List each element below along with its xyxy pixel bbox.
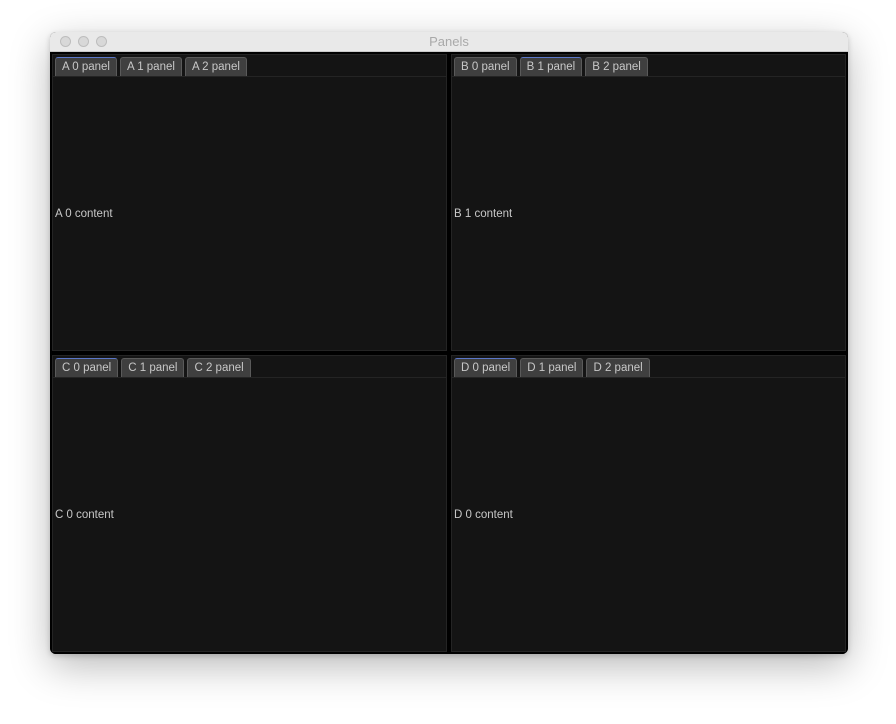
- close-window-button[interactable]: [60, 36, 71, 47]
- minimize-window-button[interactable]: [78, 36, 89, 47]
- panel-D: D 0 panel D 1 panel D 2 panel D 0 conten…: [451, 355, 846, 652]
- panel-B-content: B 1 content: [452, 76, 845, 350]
- panel-C-content: C 0 content: [53, 377, 446, 651]
- tab-A-2[interactable]: A 2 panel: [185, 57, 247, 76]
- tab-D-1[interactable]: D 1 panel: [520, 358, 583, 377]
- tab-A-0[interactable]: A 0 panel: [55, 57, 117, 76]
- tab-B-2[interactable]: B 2 panel: [585, 57, 648, 76]
- tab-C-0[interactable]: C 0 panel: [55, 358, 118, 377]
- tab-A-1[interactable]: A 1 panel: [120, 57, 182, 76]
- panel-D-tabbar: D 0 panel D 1 panel D 2 panel: [452, 356, 845, 377]
- app-window: Panels A 0 panel A 1 panel A 2 panel A 0…: [50, 32, 848, 654]
- panel-C: C 0 panel C 1 panel C 2 panel C 0 conten…: [52, 355, 447, 652]
- tab-B-0[interactable]: B 0 panel: [454, 57, 517, 76]
- tab-D-0[interactable]: D 0 panel: [454, 358, 517, 377]
- panel-D-content: D 0 content: [452, 377, 845, 651]
- tab-C-2[interactable]: C 2 panel: [187, 358, 250, 377]
- panel-A-content: A 0 content: [53, 76, 446, 350]
- panel-C-tabbar: C 0 panel C 1 panel C 2 panel: [53, 356, 446, 377]
- panel-A-tabbar: A 0 panel A 1 panel A 2 panel: [53, 55, 446, 76]
- titlebar[interactable]: Panels: [50, 32, 848, 52]
- panel-B: B 0 panel B 1 panel B 2 panel B 1 conten…: [451, 54, 846, 351]
- panel-grid: A 0 panel A 1 panel A 2 panel A 0 conten…: [50, 52, 848, 654]
- tab-B-1[interactable]: B 1 panel: [520, 57, 583, 76]
- window-title: Panels: [50, 34, 848, 49]
- tab-D-2[interactable]: D 2 panel: [586, 358, 649, 377]
- zoom-window-button[interactable]: [96, 36, 107, 47]
- panel-A: A 0 panel A 1 panel A 2 panel A 0 conten…: [52, 54, 447, 351]
- panel-B-tabbar: B 0 panel B 1 panel B 2 panel: [452, 55, 845, 76]
- tab-C-1[interactable]: C 1 panel: [121, 358, 184, 377]
- traffic-lights: [50, 36, 107, 47]
